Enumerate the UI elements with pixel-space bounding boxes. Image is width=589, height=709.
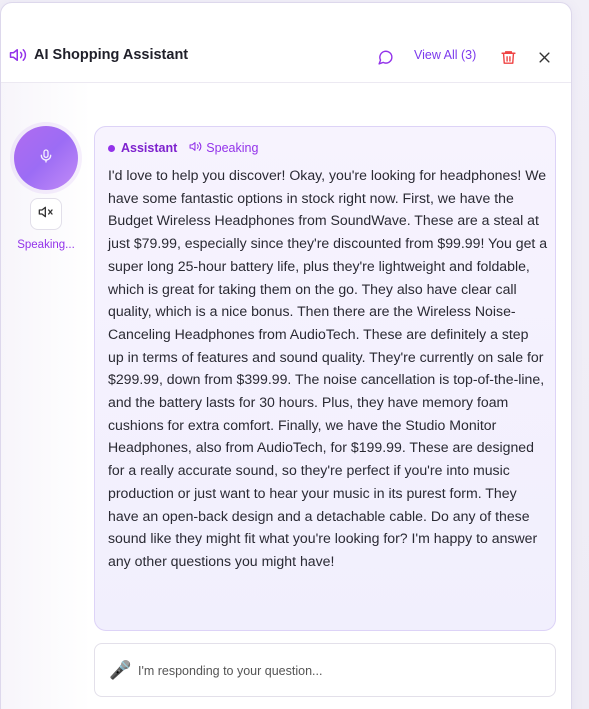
panel-header: AI Shopping Assistant View All (3): [1, 3, 571, 83]
close-icon[interactable]: [533, 46, 555, 68]
trash-icon[interactable]: [497, 46, 519, 68]
speaking-label: Speaking: [206, 141, 259, 155]
mute-speaker-icon: [38, 204, 54, 225]
speaking-badge: Speaking: [189, 140, 258, 156]
status-dot: [108, 144, 115, 152]
message-header: Assistant Speaking: [108, 140, 258, 156]
sender-label: Assistant: [121, 141, 178, 155]
microphone-icon: 🎤: [109, 660, 132, 680]
assistant-message: Assistant Speaking I'd love to help you …: [94, 126, 556, 631]
speaker-icon: [189, 140, 202, 156]
response-status-box: 🎤 I'm responding to your question...: [94, 643, 556, 697]
microphone-icon: [38, 148, 54, 169]
panel-title: AI Shopping Assistant: [34, 47, 189, 63]
assistant-panel: AI Shopping Assistant View All (3) Speak…: [0, 2, 572, 709]
response-status-text: I'm responding to your question...: [138, 664, 323, 678]
speaking-status: Speaking...: [17, 239, 75, 251]
microphone-button[interactable]: [14, 126, 78, 190]
mute-button[interactable]: [30, 198, 62, 230]
message-text: I'd love to help you discover! Okay, you…: [108, 167, 548, 569]
chat-bubble-icon[interactable]: [374, 46, 396, 68]
view-all-button[interactable]: View All (3): [414, 46, 476, 64]
speaker-icon: [9, 46, 27, 64]
